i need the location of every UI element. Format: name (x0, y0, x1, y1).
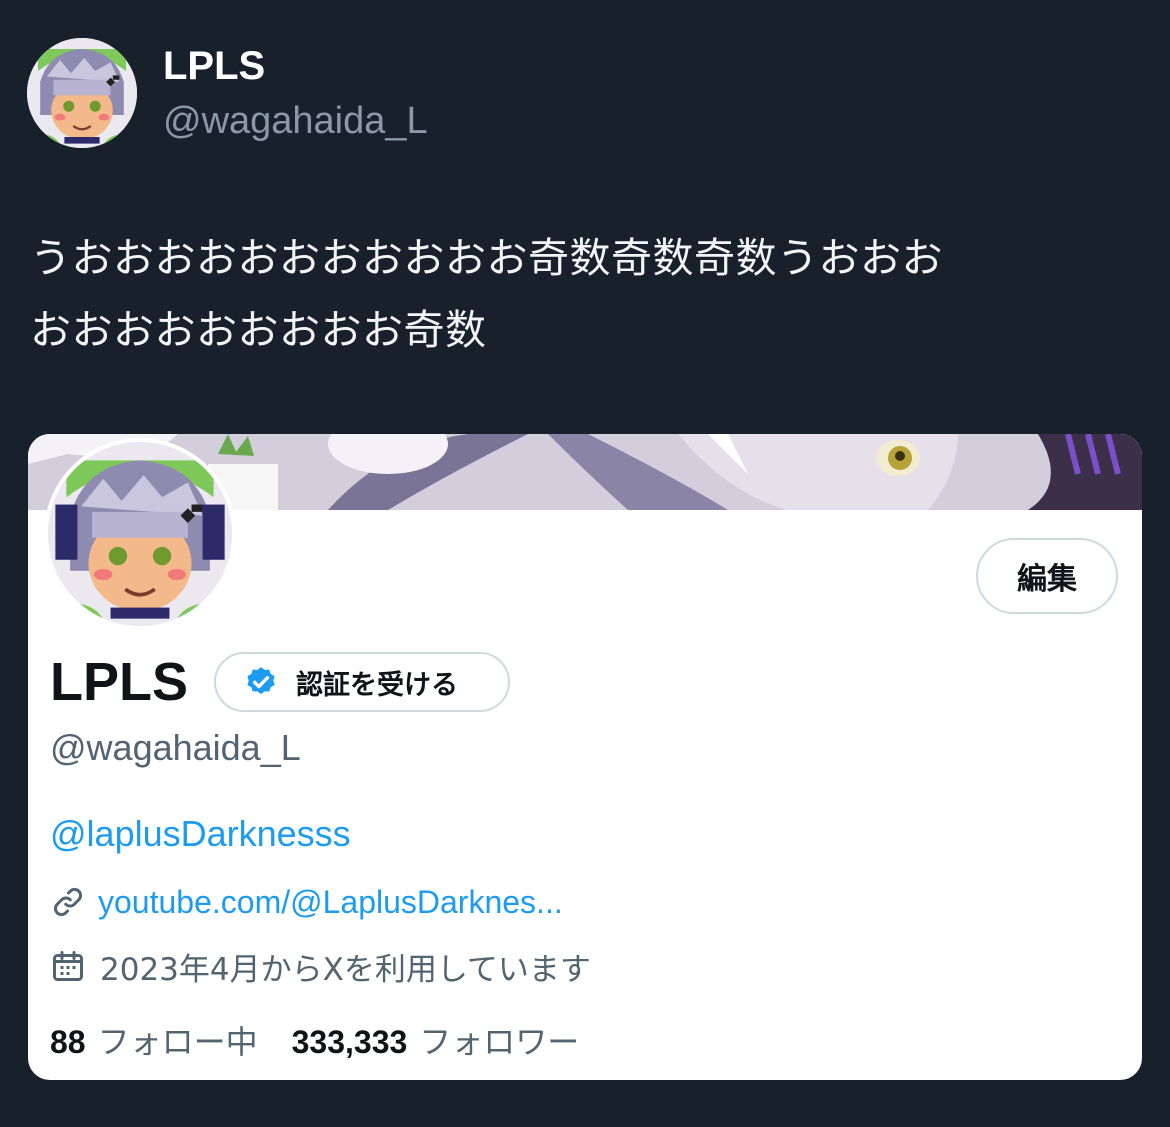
profile-card-image[interactable]: 編集 LPLS 認証を受ける @wagahaida_L @laplusDarkn… (28, 434, 1142, 1080)
followers-label: フォロワー (419, 1023, 580, 1061)
author-handle[interactable]: @wagahaida_L (163, 98, 428, 144)
author-avatar[interactable] (27, 38, 137, 148)
profile-handle: @wagahaida_L (50, 727, 301, 768)
tweet-text: うおおおおおおおおおおお奇数奇数奇数うおおお おおおおおおおおお奇数 (30, 222, 1140, 366)
followers-link[interactable]: 333,333 フォロワー (292, 1017, 580, 1063)
bio-mention-link[interactable]: @laplusDarknesss (50, 812, 351, 856)
link-icon (54, 888, 82, 916)
joined-date-row: 2023年4月からXを利用しています (50, 944, 591, 988)
profile-url-link[interactable]: youtube.com/@LaplusDarknes... (98, 884, 563, 921)
following-label: フォロー中 (97, 1023, 258, 1061)
joined-date-text: 2023年4月からXを利用しています (100, 951, 591, 988)
following-link[interactable]: 88 フォロー中 (50, 1017, 258, 1063)
profile-url-row: youtube.com/@LaplusDarknes... (50, 880, 563, 924)
tweet-text-line-1: うおおおおおおおおおおお奇数奇数奇数うおおお (30, 234, 943, 282)
author-name[interactable]: LPLS (163, 42, 265, 90)
profile-avatar-illustration (48, 442, 232, 626)
calendar-icon (53, 951, 83, 981)
followers-count: 333,333 (291, 1024, 408, 1060)
profile-name: LPLS (50, 652, 189, 712)
follow-stats: 88 フォロー中 333,333 フォロワー (50, 1018, 579, 1062)
get-verified-button[interactable]: 認証を受ける (214, 652, 510, 712)
tweet-text-line-2: おおおおおおおおお奇数 (30, 306, 487, 354)
verified-badge-icon (247, 667, 275, 695)
get-verified-label: 認証を受ける (296, 669, 458, 701)
avatar-illustration (27, 38, 137, 148)
edit-profile-button[interactable]: 編集 (976, 538, 1118, 614)
following-count: 88 (50, 1024, 86, 1060)
profile-avatar[interactable] (44, 438, 236, 630)
